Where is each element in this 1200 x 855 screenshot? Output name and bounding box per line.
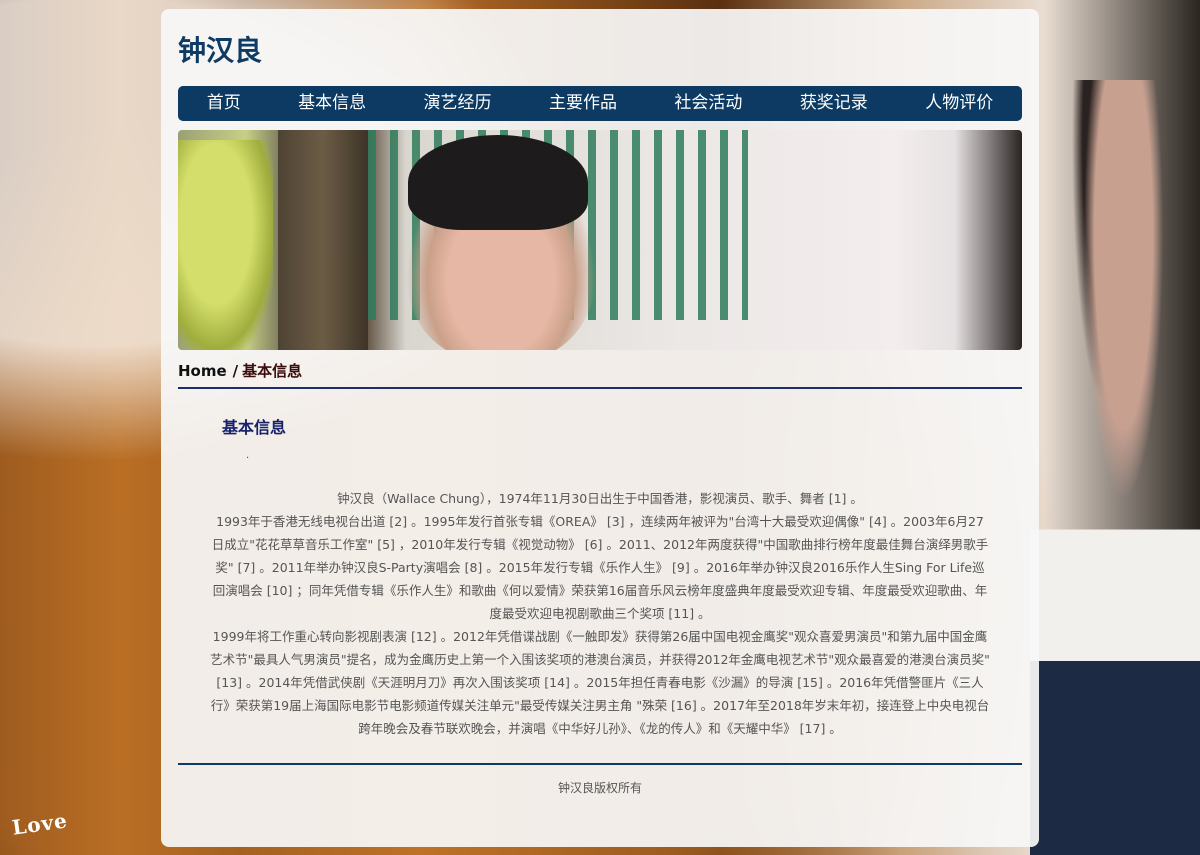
site-title: 钟汉良: [178, 34, 263, 67]
banner-post: [278, 130, 368, 350]
nav-item-social[interactable]: 社会活动: [662, 86, 754, 121]
footer-copyright: 钟汉良版权所有: [557, 781, 642, 795]
breadcrumb-current: 基本信息: [242, 362, 303, 380]
nav-item-reviews[interactable]: 人物评价: [913, 86, 1005, 121]
article-paragraph: 1993年于香港无线电视台出道 [2] 。1995年发行首张专辑《OREA》 […: [211, 514, 989, 621]
nav-item-awards[interactable]: 获奖记录: [788, 86, 880, 121]
banner-hair: [408, 135, 588, 230]
article-paragraph: 钟汉良（Wallace Chung），1974年11月30日出生于中国香港，影视…: [337, 491, 863, 506]
article-body: 钟汉良（Wallace Chung），1974年11月30日出生于中国香港，影视…: [210, 487, 990, 740]
section-title: 基本信息: [222, 418, 287, 437]
nav-item-home[interactable]: 首页: [195, 86, 253, 121]
breadcrumb-home-link[interactable]: Home: [178, 362, 227, 380]
banner-plant: [178, 140, 273, 350]
banner-image: [178, 130, 1022, 350]
background-love-text: Love: [10, 808, 70, 840]
breadcrumb-separator: /: [232, 362, 239, 380]
footer-divider: [178, 763, 1022, 765]
nav-item-works[interactable]: 主要作品: [537, 86, 629, 121]
background-person-photo: [1030, 80, 1200, 855]
article-paragraph: 1999年将工作重心转向影视剧表演 [12] 。2012年凭借谍战剧《一触即发》…: [210, 629, 990, 736]
main-nav: 首页 基本信息 演艺经历 主要作品 社会活动 获奖记录 人物评价: [178, 86, 1022, 121]
breadcrumb: Home / 基本信息: [178, 362, 1022, 389]
main-panel: 钟汉良 首页 基本信息 演艺经历 主要作品 社会活动 获奖记录 人物评价 Hom…: [161, 9, 1039, 847]
nav-item-basic-info[interactable]: 基本信息: [286, 86, 378, 121]
decorative-dot: .: [246, 450, 250, 461]
nav-item-career[interactable]: 演艺经历: [412, 86, 504, 121]
